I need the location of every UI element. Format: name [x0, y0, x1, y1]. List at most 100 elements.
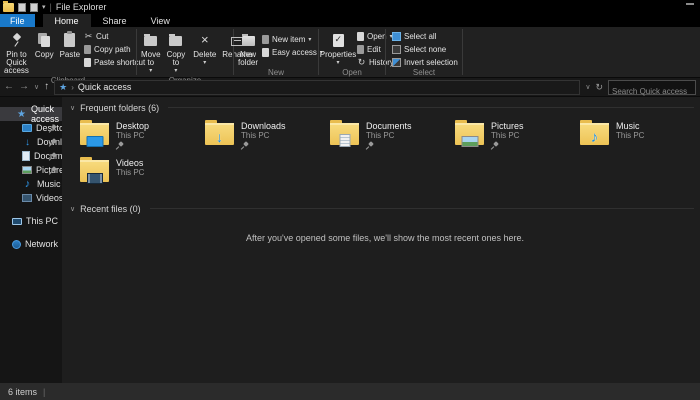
sidebar-item[interactable]: Desktop: [0, 121, 62, 135]
qat-customize-caret-icon[interactable]: ▾: [42, 3, 46, 12]
sidebar-item-icon: [12, 240, 21, 249]
tab-share[interactable]: Share: [91, 14, 139, 27]
move-to-icon: [144, 36, 157, 46]
folder-overlay-icon: [216, 129, 223, 147]
pinned-icon: [49, 125, 56, 132]
sidebar-item-icon: [22, 179, 33, 190]
folder-tile[interactable]: Documents This PC: [320, 116, 445, 153]
search-input[interactable]: [609, 85, 695, 98]
sidebar-item[interactable]: Pictures: [0, 163, 62, 177]
recent-files-label: Recent files (0): [80, 204, 141, 214]
tab-home[interactable]: Home: [43, 14, 91, 27]
folder-overlay-icon: [461, 136, 478, 147]
open-icon: [357, 32, 364, 41]
paste-icon: [64, 33, 75, 47]
folder-icon: [80, 123, 109, 145]
new-item-button[interactable]: New item ▾: [262, 34, 323, 45]
edit-icon: [357, 45, 364, 54]
refresh-icon[interactable]: ↻: [595, 82, 603, 92]
collapse-chevron-icon[interactable]: ∨: [70, 205, 75, 213]
qat-properties-icon[interactable]: [18, 3, 26, 12]
sidebar-item[interactable]: This PC: [0, 214, 62, 228]
sidebar-item-label: Network: [25, 239, 58, 249]
sidebar-item-label: Videos: [36, 193, 62, 203]
quick-access-star-icon: ★: [59, 82, 67, 93]
folder-tile-location: This PC: [491, 131, 524, 141]
tab-view[interactable]: View: [139, 14, 182, 27]
pinned-icon: [49, 153, 56, 160]
recent-locations-caret-icon[interactable]: ∨: [34, 83, 39, 91]
sidebar-item[interactable]: Videos: [0, 191, 62, 205]
easy-access-button[interactable]: Easy access ▾: [262, 47, 323, 58]
collapse-chevron-icon[interactable]: ∨: [70, 104, 75, 112]
frequent-folders-header[interactable]: ∨ Frequent folders (6): [70, 101, 694, 114]
new-item-icon: [262, 35, 269, 44]
sidebar-item[interactable]: Downloads: [0, 135, 62, 149]
search-box[interactable]: [608, 80, 696, 95]
sidebar-item-icon: [22, 124, 32, 132]
back-button[interactable]: ←: [4, 82, 14, 92]
address-bar[interactable]: ★ › Quick access: [54, 80, 580, 95]
folder-tile[interactable]: Videos This PC: [70, 153, 195, 190]
copy-to-button[interactable]: Copy to ▾: [165, 30, 188, 76]
recent-files-header[interactable]: ∨ Recent files (0): [70, 202, 694, 215]
sidebar-item-icon: [22, 166, 32, 174]
app-folder-icon: [3, 3, 14, 12]
pin-to-quick-access-button[interactable]: Pin to Quick access: [2, 30, 31, 76]
paste-button[interactable]: Paste: [58, 30, 82, 60]
folder-tile[interactable]: Pictures This PC: [445, 116, 570, 153]
breadcrumb[interactable]: Quick access: [78, 82, 132, 92]
minimize-button[interactable]: [686, 3, 694, 5]
select-all-button[interactable]: Select all: [392, 31, 458, 42]
qat-new-folder-icon[interactable]: [30, 3, 38, 12]
sidebar-item[interactable]: Documents: [0, 149, 62, 163]
folder-overlay-icon: [591, 129, 599, 147]
folder-tile-location: This PC: [116, 168, 144, 178]
invert-selection-icon: [392, 58, 401, 67]
pinned-icon: [49, 139, 56, 146]
folder-overlay-icon: [86, 136, 103, 147]
window-title: File Explorer: [56, 2, 107, 12]
group-label-select: Select: [386, 68, 462, 79]
folder-icon: [455, 123, 484, 145]
delete-caret-icon: ▾: [203, 59, 206, 67]
address-dropdown-caret-icon[interactable]: ∨: [585, 83, 590, 91]
pinned-icon: [49, 167, 56, 174]
folder-tile[interactable]: Desktop This PC: [70, 116, 195, 153]
folder-tile[interactable]: Downloads This PC: [195, 116, 320, 153]
folder-icon: [205, 123, 234, 145]
delete-icon: ×: [201, 33, 209, 47]
pin-icon: [11, 33, 21, 47]
properties-button[interactable]: Properties ▾: [321, 30, 355, 68]
ribbon-group-select: Select all Select none Invert selection …: [386, 27, 462, 77]
copy-icon: [38, 33, 50, 47]
folder-overlay-icon: [87, 173, 103, 184]
sidebar-item-label: This PC: [26, 216, 58, 226]
sidebar-item[interactable]: Music: [0, 177, 62, 191]
sidebar-item[interactable]: Quick access: [0, 107, 62, 121]
select-none-button[interactable]: Select none: [392, 44, 458, 55]
content-pane: ∨ Frequent folders (6) Desktop This PC: [62, 97, 700, 383]
ribbon-group-organize: Move to ▾ Copy to ▾ × Delete ▾ Rename Or…: [137, 27, 233, 77]
titlebar-separator: |: [50, 2, 52, 12]
new-folder-button[interactable]: New folder: [236, 30, 260, 68]
ribbon-group-open: Properties ▾ Open ▾ Edit ↻ History O: [319, 27, 385, 77]
new-item-caret-icon: ▾: [308, 36, 311, 43]
status-separator: |: [43, 387, 45, 397]
up-button[interactable]: ↑: [44, 82, 49, 92]
copy-path-icon: [84, 45, 91, 54]
sidebar-item[interactable]: Network: [0, 237, 62, 251]
tab-file[interactable]: File: [0, 14, 35, 27]
move-to-button[interactable]: Move to ▾: [139, 30, 163, 76]
forward-button[interactable]: →: [19, 82, 29, 92]
invert-selection-button[interactable]: Invert selection: [392, 57, 458, 68]
folder-tile-location: This PC: [366, 131, 412, 141]
delete-button[interactable]: × Delete ▾: [191, 30, 218, 68]
group-label-new: New: [234, 68, 318, 79]
easy-access-icon: [262, 48, 269, 57]
frequent-folders-label: Frequent folders (6): [80, 103, 159, 113]
folder-tile[interactable]: Music This PC: [570, 116, 695, 153]
copy-button[interactable]: Copy: [33, 30, 56, 60]
folder-tile-name: Documents: [366, 121, 412, 131]
section-divider: [168, 107, 694, 108]
